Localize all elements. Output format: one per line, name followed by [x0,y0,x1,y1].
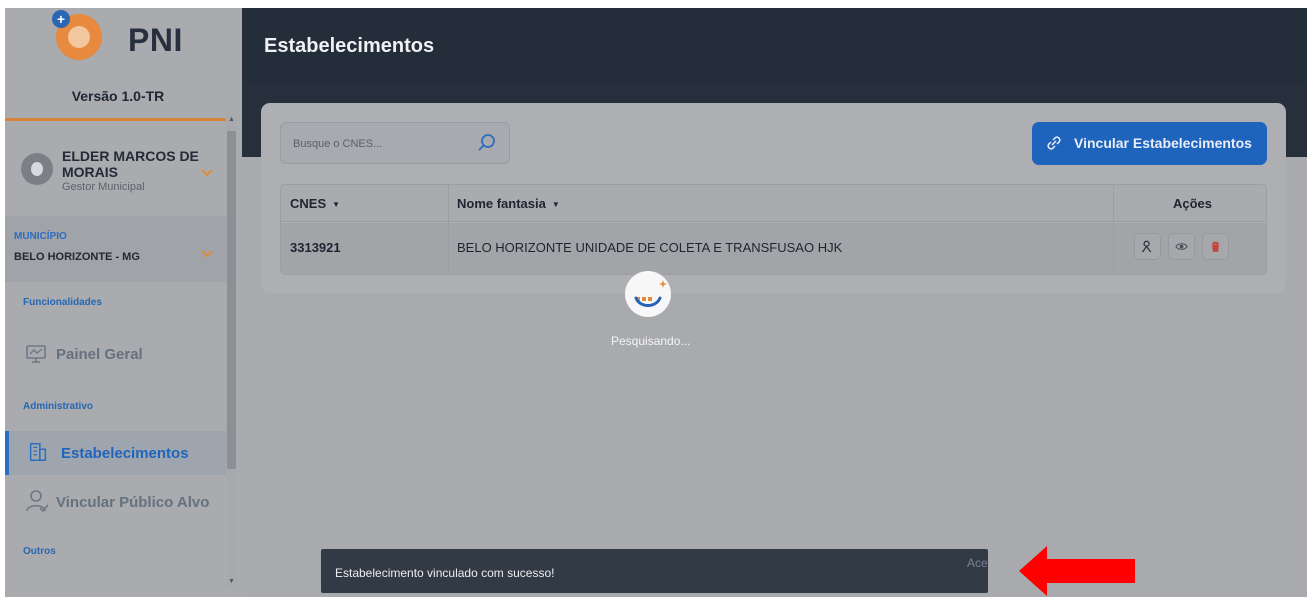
avatar [21,153,53,185]
table-row: 3313921 BELO HORIZONTE UNIDADE DE COLETA… [281,223,1266,274]
municipio-value: BELO HORIZONTE - MG [14,251,140,263]
vincular-estabelecimentos-button[interactable]: Vincular Estabelecimentos [1032,122,1267,165]
sort-caret-icon: ▼ [332,200,341,210]
app-name: PNI [128,22,183,58]
user-profile[interactable]: ELDER MARCOS DE MORAIS Gestor Municipal [5,121,231,213]
building-icon [27,441,51,465]
column-header-cnes[interactable]: CNES ▼ [290,196,340,211]
user-role: Gestor Municipal [62,181,145,193]
sidebar-scrollbar[interactable]: ▲ ▼ [226,113,237,589]
page-title: Estabelecimentos [264,35,435,57]
sidebar-item-label: Painel Geral [56,345,143,363]
toast-action-button[interactable]: Ace [967,556,988,570]
app-version: Versão 1.0-TR [71,88,165,104]
chevron-down-icon[interactable] [200,245,214,258]
sidebar-item-estabelecimentos[interactable]: Estabelecimentos [5,431,231,475]
chevron-down-icon[interactable] [200,164,214,177]
red-arrow-icon [1019,546,1135,596]
link-icon [1044,133,1064,153]
search-input[interactable] [293,134,453,154]
cell-cnes: 3313921 [290,240,341,255]
municipio-label: MUNICÍPIO [14,231,67,242]
column-divider [1113,185,1114,274]
section-outros: Outros [23,546,56,557]
establishments-card: Vincular Estabelecimentos CNES▼ Nome fan… [261,103,1286,293]
sidebar-item-painel-geral[interactable]: Painel Geral [5,332,231,376]
section-funcionalidades: Funcionalidades [23,297,102,308]
search-icon[interactable] [477,133,497,153]
button-label: Vincular Estabelecimentos [1074,135,1252,151]
user-name: ELDER MARCOS DE MORAIS [62,148,199,180]
eye-icon [1175,243,1188,250]
establishments-table: CNES ▼ Nome fantasia ▼ Ações 3313921 BELO … [280,184,1267,275]
delete-button[interactable] [1202,233,1229,260]
table-header: CNES ▼ Nome fantasia ▼ Ações [281,185,1266,222]
trash-icon [1211,241,1220,252]
loading-spinner [625,271,671,317]
toast-notification: Estabelecimento vinculado com sucesso! A… [321,549,988,593]
section-administrativo: Administrativo [23,401,94,412]
sidebar: + PNI Versão 1.0-TR ELDER MARCOS DE MORA… [5,8,242,597]
municipio-selector[interactable]: MUNICÍPIO BELO HORIZONTE - MG [5,216,231,282]
column-header-nome-fantasia[interactable]: Nome fantasia ▼ [457,196,560,211]
cell-nome-fantasia: BELO HORIZONTE UNIDADE DE COLETA E TRANS… [457,240,843,255]
toast-message: Estabelecimento vinculado com sucesso! [335,566,555,580]
scroll-up-icon[interactable]: ▲ [227,115,236,124]
active-indicator [5,431,9,475]
logo-area: + PNI Versão 1.0-TR [5,8,242,111]
loading-text: Pesquisando... [611,334,691,348]
column-divider [448,185,449,274]
sidebar-item-label: Estabelecimentos [61,444,189,462]
sidebar-item-vincular-publico-alvo[interactable]: Vincular Público Alvo [5,480,231,524]
search-field[interactable] [280,122,510,164]
sidebar-item-label: Vincular Público Alvo [56,493,210,511]
sort-caret-icon: ▼ [551,200,560,210]
dashboard-icon [24,342,48,366]
assign-user-button[interactable] [1134,233,1161,260]
scroll-down-icon[interactable]: ▼ [227,577,236,586]
logo-icon: + [52,10,102,60]
view-button[interactable] [1168,233,1195,260]
column-header-acoes: Ações [1173,196,1213,211]
scroll-thumb[interactable] [227,131,236,469]
page-header: Estabelecimentos [242,8,1307,82]
user-icon [1141,240,1152,253]
user-icon [24,488,49,513]
